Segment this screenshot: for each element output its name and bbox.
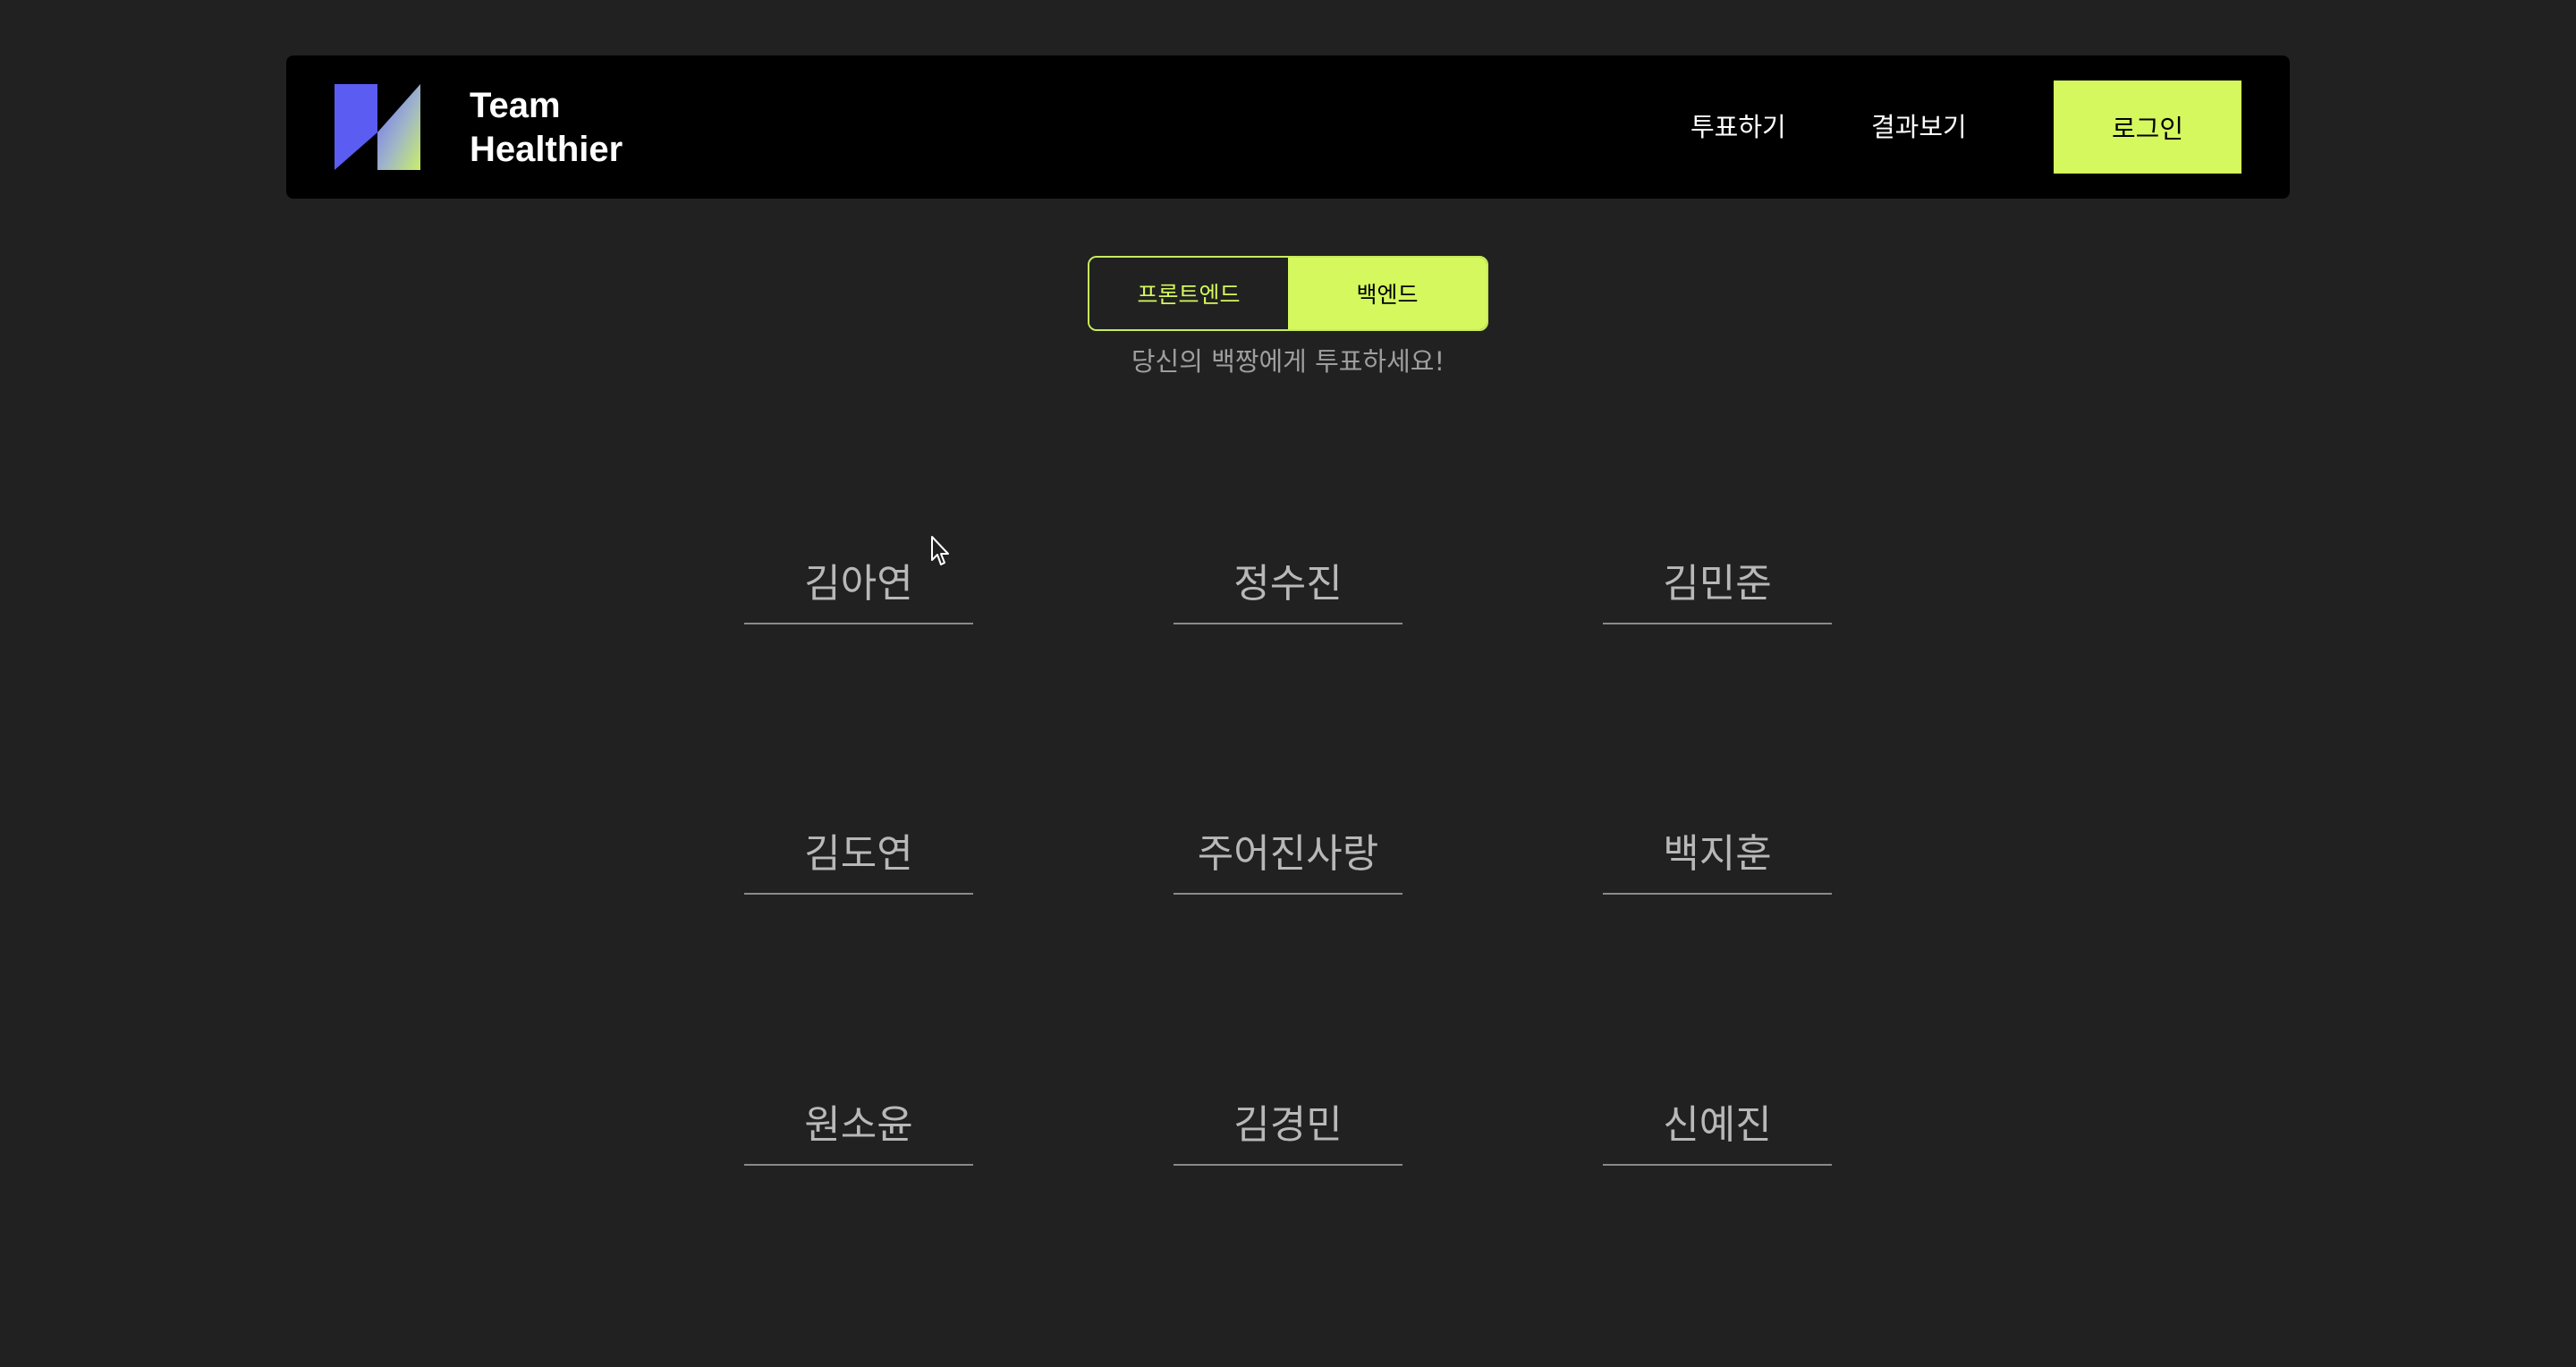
brand-line-2: Healthier [470, 130, 623, 169]
tab-backend[interactable]: 백엔드 [1288, 258, 1487, 329]
candidate-item[interactable]: 원소윤 [744, 1085, 973, 1166]
team-healthier-logo-icon[interactable] [335, 84, 420, 170]
nav-vote-link[interactable]: 투표하기 [1690, 100, 1786, 154]
tab-frontend[interactable]: 프론트엔드 [1089, 258, 1288, 329]
top-header: Team Healthier 투표하기 결과보기 로그인 [286, 55, 2290, 199]
candidate-item[interactable]: 김민준 [1603, 544, 1832, 624]
brand-line-1: Team [470, 86, 561, 125]
candidate-item[interactable]: 신예진 [1603, 1085, 1832, 1166]
mouse-cursor-icon [931, 536, 949, 565]
login-button[interactable]: 로그인 [2054, 81, 2241, 174]
nav-results-link[interactable]: 결과보기 [1871, 100, 1967, 154]
candidate-item[interactable]: 김경민 [1174, 1085, 1402, 1166]
candidate-item[interactable]: 백지훈 [1603, 814, 1832, 895]
part-toggle: 프론트엔드 백엔드 [1088, 256, 1488, 331]
candidate-item[interactable]: 주어진사랑 [1174, 814, 1402, 895]
candidate-item[interactable]: 정수진 [1174, 544, 1402, 624]
vote-page: Team Healthier 투표하기 결과보기 로그인 프론트엔드 백엔드 당… [0, 0, 2576, 1367]
brand-name[interactable]: Team Healthier [470, 84, 623, 172]
vote-subtitle: 당신의 백짱에게 투표하세요! [1131, 346, 1445, 377]
candidate-item[interactable]: 김도연 [744, 814, 973, 895]
